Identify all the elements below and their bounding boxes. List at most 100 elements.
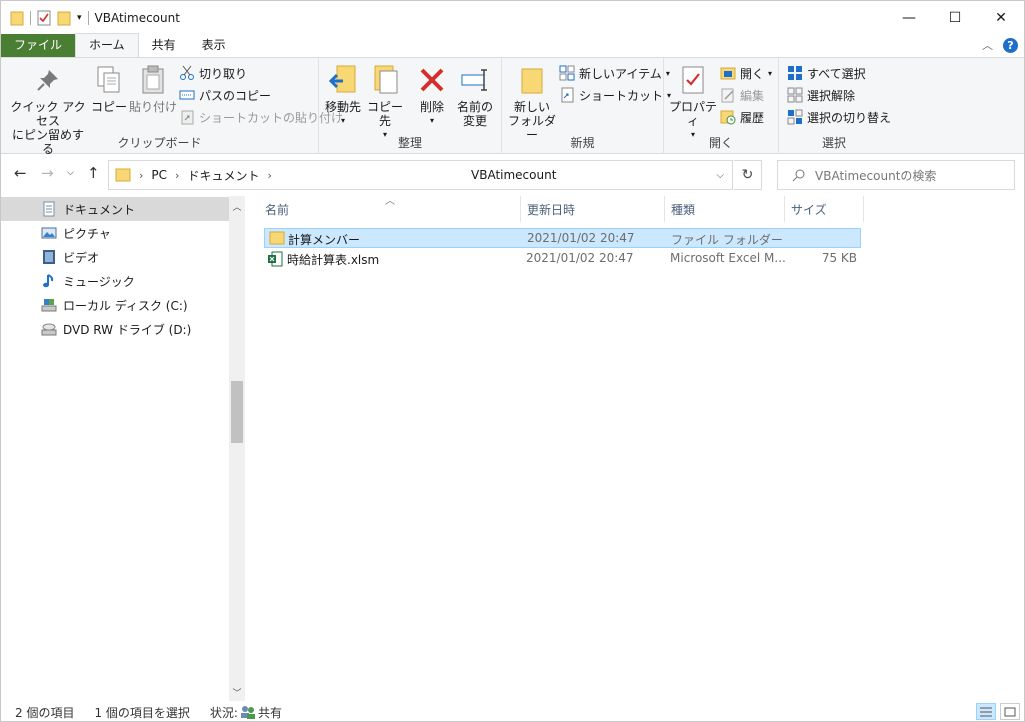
navigation-pane: ドキュメント ピクチャ ビデオ ミュージック ローカル ディスク (C:) DV… [1, 196, 245, 701]
ribbon: クイック アクセス にピン留めする コピー 貼り付け 切り取り パスのコピー シ… [1, 57, 1024, 156]
cut-button[interactable]: 切り取り [179, 63, 247, 83]
qat-dropdown-icon[interactable]: ▾ [77, 13, 82, 23]
chevron-right-icon[interactable]: › [267, 169, 271, 182]
tab-view[interactable]: 表示 [189, 34, 239, 57]
select-all-button[interactable]: すべて選択 [787, 63, 866, 83]
column-label: 名前 [265, 202, 290, 217]
refresh-icon: ↻ [741, 167, 754, 183]
scissors-icon [179, 65, 195, 81]
properties-label: プロパティ [668, 100, 717, 128]
nav-item-local-disk[interactable]: ローカル ディスク (C:) [1, 293, 229, 317]
file-row[interactable]: 計算メンバー 2021/01/02 20:47 ファイル フォルダー [264, 228, 861, 248]
status-bar: 2 個の項目 1 個の項目を選択 状況: 共有 [1, 701, 1024, 722]
invert-selection-button[interactable]: 選択の切り替え [787, 107, 891, 127]
edit-label: 編集 [740, 88, 765, 103]
dropdown-icon: ▾ [429, 116, 434, 125]
ribbon-controls: ︿ ? [982, 37, 1018, 53]
chevron-right-icon[interactable]: › [139, 169, 143, 182]
nav-scrollbar[interactable]: ︿ ﹀ [229, 196, 245, 701]
copy-path-label: パスのコピー [199, 88, 272, 103]
column-header-name[interactable]: 名前 [245, 196, 520, 222]
nav-item-documents[interactable]: ドキュメント [1, 197, 229, 221]
copy-to-label: コピー先 [366, 100, 403, 128]
history-icon [720, 109, 736, 125]
column-header-size[interactable]: サイズ [771, 196, 861, 222]
column-header-modified[interactable]: 更新日時 [507, 196, 652, 222]
invert-selection-label: 選択の切り替え [807, 110, 892, 125]
collapse-ribbon-icon[interactable]: ︿ [982, 37, 993, 53]
window-controls: — ☐ ✕ [886, 1, 1024, 34]
shortcut-button[interactable]: ショートカット ▾ [559, 85, 671, 105]
local-disk-icon [41, 299, 57, 312]
shortcut-icon [559, 87, 575, 103]
state-label: 状況: [209, 705, 238, 720]
tab-share[interactable]: 共有 [139, 34, 189, 57]
file-modified: 2021/01/02 20:47 [527, 231, 635, 245]
copy-path-button[interactable]: パスのコピー [179, 85, 271, 105]
breadcrumb-pc[interactable]: PC [151, 168, 167, 182]
file-list: ︿ 名前 更新日時 種類 サイズ 計算メンバー 2021/01/02 20:47… [245, 196, 1024, 701]
breadcrumb-current[interactable]: VBAtimecount [471, 168, 556, 182]
close-button[interactable]: ✕ [978, 1, 1024, 34]
nav-label: ミュージック [63, 274, 135, 289]
breadcrumb-documents[interactable]: ドキュメント [187, 167, 259, 184]
file-name: 計算メンバー [288, 233, 361, 247]
help-icon[interactable]: ? [1003, 37, 1018, 53]
documents-icon [43, 201, 55, 217]
large-icons-view-button[interactable] [1000, 703, 1020, 720]
view-buttons [976, 703, 1020, 720]
ribbon-tabs: ファイル ホーム 共有 表示 ︿ ? [1, 33, 1024, 57]
tab-file[interactable]: ファイル [1, 34, 76, 57]
properties-icon[interactable] [37, 10, 51, 26]
column-header-type[interactable]: 種類 [651, 196, 771, 222]
tab-home[interactable]: ホーム [75, 33, 139, 57]
address-dropdown-icon[interactable]: ⌵ [716, 170, 724, 181]
nav-item-dvd-drive[interactable]: DVD RW ドライブ (D:) [1, 317, 229, 341]
select-none-label: 選択解除 [807, 88, 856, 103]
nav-item-videos[interactable]: ビデオ [1, 245, 229, 269]
dropdown-icon: ▾ [340, 116, 345, 125]
open-button[interactable]: 開く ▾ [720, 63, 772, 83]
delete-button[interactable]: 削除 ▾ [415, 64, 449, 128]
properties-button[interactable]: プロパティ ▾ [668, 64, 718, 142]
new-folder-button[interactable]: 新しい フォルダー [508, 64, 556, 142]
column-divider[interactable] [863, 196, 864, 222]
scroll-up-icon[interactable]: ︿ [229, 200, 245, 213]
maximize-button[interactable]: ☐ [932, 1, 978, 34]
recent-locations-icon[interactable]: ⌵ [67, 168, 74, 178]
refresh-button[interactable]: ↻ [734, 160, 762, 190]
new-item-button[interactable]: 新しいアイテム ▾ [559, 63, 670, 83]
excel-file-icon [268, 251, 283, 267]
open-group-label: 開く [708, 136, 733, 150]
rename-button[interactable]: 名前の 変更 [455, 64, 495, 128]
move-to-button[interactable]: 移動先 ▾ [323, 64, 363, 128]
new-folder-icon[interactable] [57, 10, 71, 26]
paste-button[interactable]: 貼り付け [129, 64, 177, 114]
forward-button[interactable]: → [41, 164, 54, 182]
folder-icon [269, 231, 285, 245]
copy-to-button[interactable]: コピー先 ▾ [363, 64, 407, 142]
up-button[interactable]: ↑ [87, 164, 100, 182]
history-button[interactable]: 履歴 [720, 107, 764, 127]
file-row[interactable]: 時給計算表.xlsm 2021/01/02 20:47 Microsoft Ex… [264, 249, 861, 269]
shortcut-label: ショートカット [579, 88, 664, 103]
details-view-button[interactable] [976, 703, 996, 720]
address-bar[interactable]: › PC › ドキュメント › VBAtimecount ⌵ [108, 160, 733, 190]
scroll-thumb[interactable] [231, 381, 243, 443]
nav-label: ドキュメント [63, 202, 136, 217]
nav-item-music[interactable]: ミュージック [1, 269, 229, 293]
nav-item-pictures[interactable]: ピクチャ [1, 221, 229, 245]
search-box[interactable]: VBAtimecountの検索 [777, 160, 1015, 190]
paste-shortcut-icon [179, 109, 195, 125]
open-icon [720, 65, 736, 81]
select-none-button[interactable]: 選択解除 [787, 85, 855, 105]
scroll-down-icon[interactable]: ﹀ [229, 686, 245, 699]
file-name: 時給計算表.xlsm [287, 253, 380, 267]
back-button[interactable]: ← [14, 164, 27, 182]
minimize-button[interactable]: — [886, 1, 932, 34]
edit-button[interactable]: 編集 [720, 85, 764, 105]
chevron-right-icon[interactable]: › [175, 169, 179, 182]
history-label: 履歴 [740, 110, 765, 125]
organize-group: 移動先 ▾ コピー先 ▾ 削除 ▾ 名前の 変更 整理 [319, 58, 502, 154]
copy-button[interactable]: コピー [91, 64, 127, 114]
